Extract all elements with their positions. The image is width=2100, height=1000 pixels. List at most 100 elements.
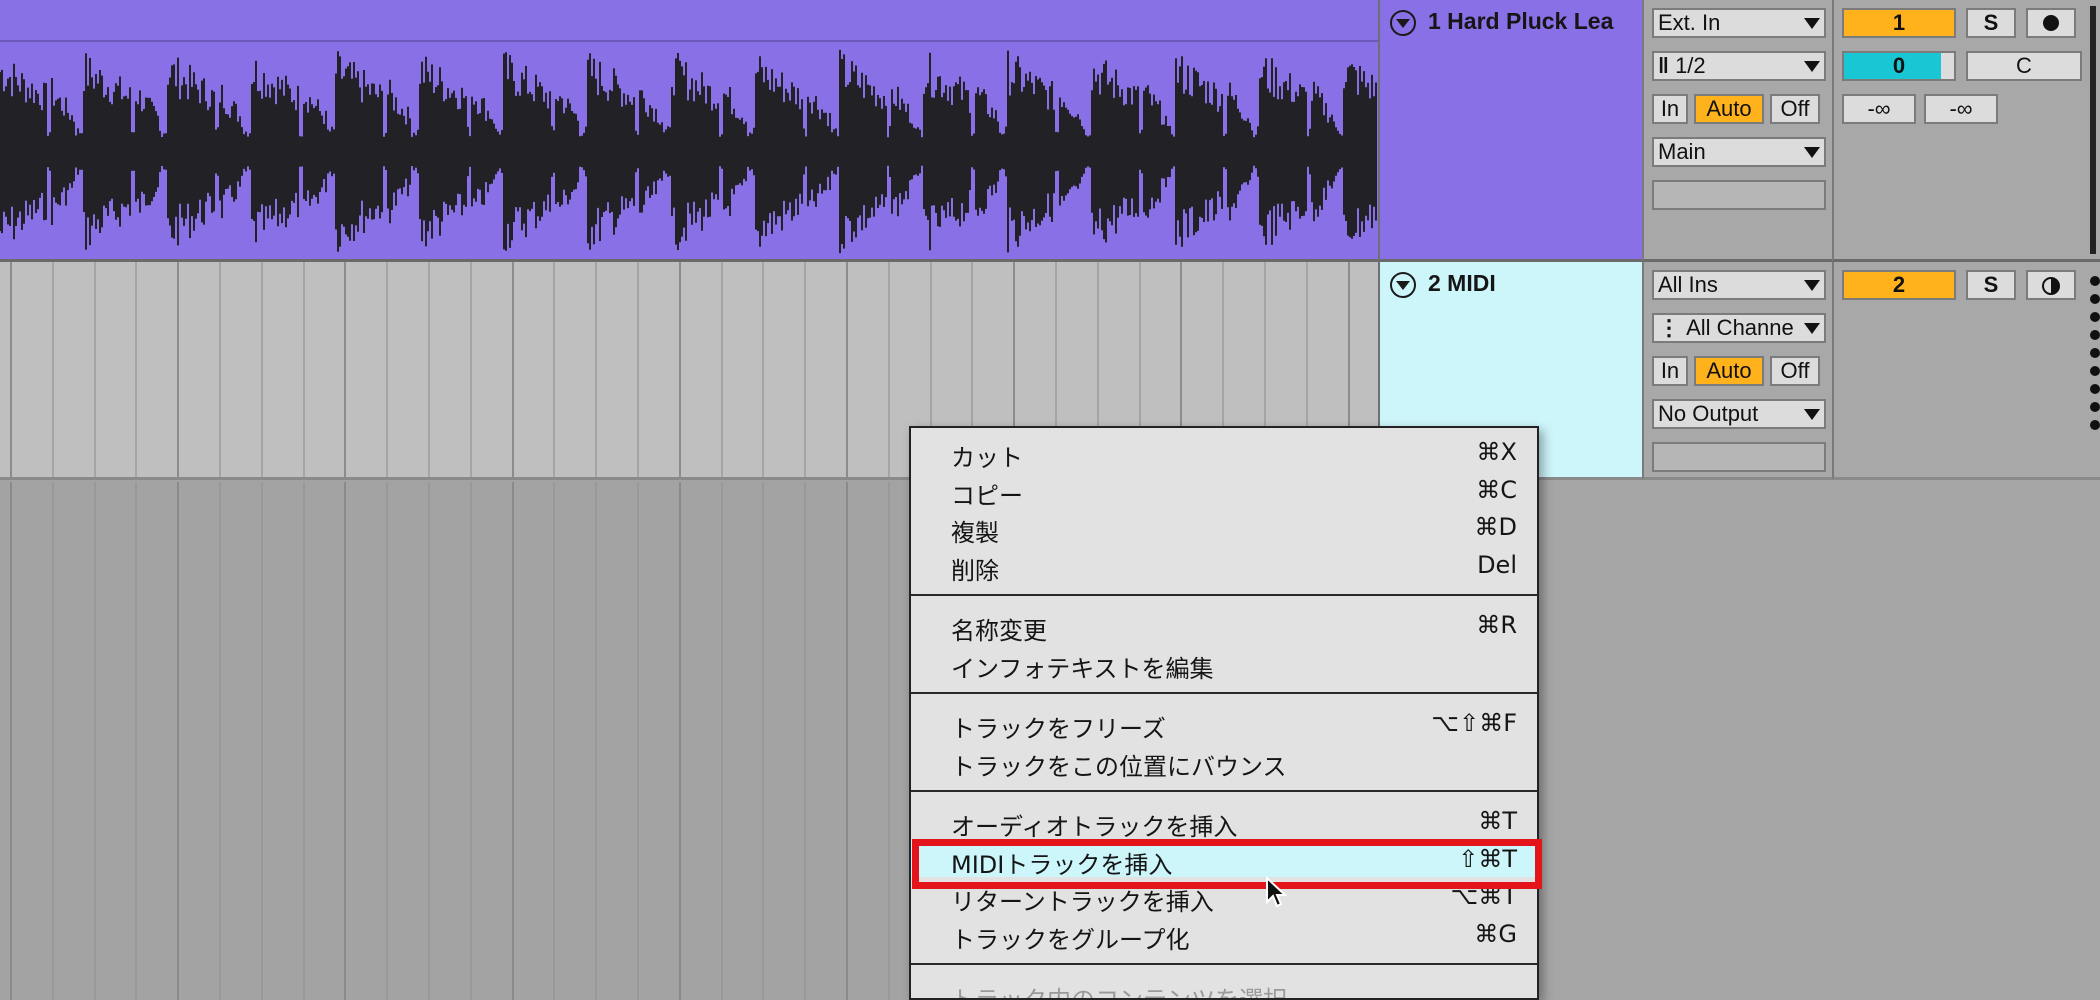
output-select[interactable]: No Output: [1652, 399, 1826, 429]
menu-item[interactable]: トラックをフリーズ ⌥⇧⌘F: [911, 705, 1537, 743]
dot-icon: [2090, 384, 2100, 394]
menu-item-label: カット: [951, 444, 1023, 472]
audio-waveform: [0, 49, 1377, 254]
menu-item-shortcut: ⌘X: [1476, 438, 1517, 466]
monitor-clock-button[interactable]: [2026, 270, 2076, 300]
grid-line: [94, 482, 96, 1000]
grid-line: [344, 482, 346, 1000]
track-name[interactable]: 1 Hard Pluck Lea: [1428, 8, 1613, 35]
grid-line: [846, 262, 848, 477]
dot-icon: [2090, 294, 2100, 304]
menu-item[interactable]: トラックをこの位置にバウンス: [911, 743, 1537, 781]
mouse-cursor-icon: [1266, 876, 1287, 908]
input-channel-value: 1/2: [1675, 53, 1706, 78]
menu-item[interactable]: トラックをグループ化 ⌘G: [911, 916, 1537, 954]
grid-line: [512, 262, 514, 477]
grid-line: [428, 482, 430, 1000]
input-type-select[interactable]: All Ins: [1652, 270, 1826, 300]
menu-item[interactable]: カット ⌘X: [911, 434, 1537, 472]
input-channel-select[interactable]: ‖ 1/2: [1652, 51, 1826, 81]
grid-line: [470, 482, 472, 1000]
grid-line: [52, 482, 54, 1000]
grid-line: [679, 482, 681, 1000]
grid-line: [762, 262, 764, 477]
grid-line: [386, 482, 388, 1000]
dot-icon: [2090, 276, 2100, 286]
output-value: Main: [1658, 139, 1706, 164]
menu-item-shortcut: ⌘D: [1474, 513, 1517, 541]
chevron-down-icon: [1804, 61, 1820, 72]
midi-channel-icon: ⋮: [1658, 315, 1687, 340]
fold-toggle-icon[interactable]: [1390, 10, 1416, 36]
grid-line: [177, 482, 179, 1000]
grid-line: [261, 262, 263, 477]
grid-line: [721, 262, 723, 477]
monitor-in-button[interactable]: In: [1652, 94, 1688, 124]
grid-line: [888, 262, 890, 477]
grid-line: [762, 482, 764, 1000]
arm-button[interactable]: [2026, 8, 2076, 38]
menu-separator: [911, 790, 1537, 792]
grid-line: [512, 482, 514, 1000]
audio-clip[interactable]: [0, 0, 1378, 262]
monitor-auto-button[interactable]: Auto: [1694, 356, 1764, 386]
grid-line: [10, 482, 12, 1000]
send-a-control[interactable]: -∞: [1842, 94, 1916, 124]
solo-button[interactable]: S: [1966, 270, 2016, 300]
grid-line: [553, 262, 555, 477]
menu-item[interactable]: インフォテキストを編集: [911, 645, 1537, 683]
menu-separator: [911, 594, 1537, 596]
grid-line: [888, 482, 890, 1000]
output-channel-select[interactable]: [1652, 180, 1826, 210]
output-channel-select[interactable]: [1652, 442, 1826, 472]
volume-value: 0: [1892, 53, 1906, 78]
grid-line: [428, 262, 430, 477]
track-activator-button[interactable]: 2: [1842, 270, 1956, 300]
stereo-icon: ‖: [1658, 53, 1676, 78]
grid-line: [177, 262, 179, 477]
menu-item[interactable]: オーディオトラックを挿入 ⌘T: [911, 803, 1537, 841]
menu-separator: [911, 963, 1537, 965]
dot-icon: [2090, 420, 2100, 430]
output-select[interactable]: Main: [1652, 137, 1826, 167]
monitor-in-button[interactable]: In: [1652, 356, 1688, 386]
grid-line: [595, 482, 597, 1000]
menu-item[interactable]: トラック内のコンテンツを選択: [911, 976, 1537, 1000]
menu-item[interactable]: 複製 ⌘D: [911, 509, 1537, 547]
menu-item[interactable]: コピー ⌘C: [911, 472, 1537, 510]
monitor-auto-button[interactable]: Auto: [1694, 94, 1764, 124]
chevron-down-icon: [1804, 280, 1820, 291]
grid-line: [303, 482, 305, 1000]
track-name[interactable]: 2 MIDI: [1428, 270, 1496, 297]
waveform-path: [0, 49, 1377, 254]
grid-line: [804, 262, 806, 477]
send-b-control[interactable]: -∞: [1924, 94, 1998, 124]
monitor-off-button[interactable]: Off: [1770, 94, 1820, 124]
input-channel-select[interactable]: ⋮ All Channe: [1652, 313, 1826, 343]
grid-line: [721, 482, 723, 1000]
track-header-1[interactable]: 1 Hard Pluck Lea: [1378, 0, 1642, 262]
track-activator-button[interactable]: 1: [1842, 8, 1956, 38]
menu-item-label: 削除: [951, 556, 999, 585]
menu-item-label: インフォテキストを編集: [951, 654, 1214, 683]
menu-item-label: トラック内のコンテンツを選択: [951, 986, 1287, 1000]
fold-toggle-icon[interactable]: [1390, 272, 1416, 298]
grid-line: [135, 482, 137, 1000]
grid-line: [637, 262, 639, 477]
grid-line: [303, 262, 305, 477]
volume-slider[interactable]: 0: [1842, 51, 1956, 81]
input-type-select[interactable]: Ext. In: [1652, 8, 1826, 38]
menu-item[interactable]: 削除 Del: [911, 547, 1537, 585]
solo-button[interactable]: S: [1966, 8, 2016, 38]
menu-item[interactable]: 名称変更 ⌘R: [911, 607, 1537, 645]
monitor-off-button[interactable]: Off: [1770, 356, 1820, 386]
context-menu: カット ⌘X コピー ⌘C 複製 ⌘D 削除 Del 名称変更 ⌘R インフォテキストを編集トラック…: [909, 426, 1539, 1000]
input-channel-value: All Channe: [1686, 315, 1794, 340]
chevron-down-icon: [1804, 323, 1820, 334]
dot-icon: [2090, 366, 2100, 376]
pan-control[interactable]: C: [1966, 51, 2082, 81]
menu-item-shortcut: Del: [1477, 550, 1517, 579]
clip-header[interactable]: [0, 0, 1378, 42]
input-type-value: Ext. In: [1658, 10, 1721, 35]
output-value: No Output: [1658, 401, 1759, 426]
